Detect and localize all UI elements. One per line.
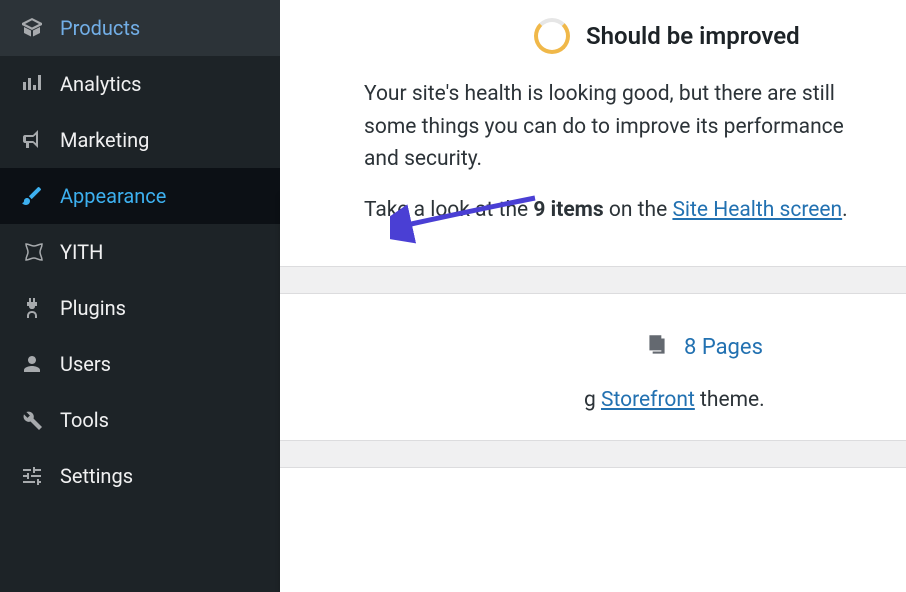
wrench-icon	[18, 406, 46, 434]
panel-divider	[280, 266, 906, 294]
running-theme-line: g Storefront theme.	[304, 388, 882, 412]
brush-icon	[18, 182, 46, 210]
sliders-icon	[18, 462, 46, 490]
sidebar-item-label: YITH	[60, 240, 103, 264]
chart-icon	[18, 70, 46, 98]
sidebar-item-label: Settings	[60, 464, 133, 488]
sidebar-item-label: Appearance	[60, 184, 166, 208]
site-health-description: Your site's health is looking good, but …	[364, 78, 882, 176]
sidebar-item-products[interactable]: Products	[0, 0, 280, 56]
main-content: Should be improved Your site's health is…	[280, 0, 906, 592]
sidebar-item-label: Plugins	[60, 296, 126, 320]
sidebar-item-appearance[interactable]: Appearance	[0, 168, 280, 224]
spinner-icon	[534, 18, 570, 54]
plug-icon	[18, 294, 46, 322]
pages-link[interactable]: 8 Pages	[684, 335, 763, 360]
user-icon	[18, 350, 46, 378]
at-a-glance-pages: 8 Pages	[304, 312, 882, 382]
site-health-status: Should be improved	[586, 22, 800, 50]
sidebar-item-users[interactable]: Users	[0, 336, 280, 392]
sidebar-item-tools[interactable]: Tools	[0, 392, 280, 448]
panel-divider	[280, 440, 906, 468]
sidebar-item-label: Marketing	[60, 128, 149, 152]
pages-icon	[644, 332, 670, 362]
sidebar-item-yith[interactable]: YITH	[0, 224, 280, 280]
sidebar-item-analytics[interactable]: Analytics	[0, 56, 280, 112]
site-health-hint: Take a look at the 9 items on the Site H…	[364, 194, 882, 227]
site-health-header: Should be improved	[364, 18, 882, 54]
sidebar-item-settings[interactable]: Settings	[0, 448, 280, 504]
box-icon	[18, 14, 46, 42]
megaphone-icon	[18, 126, 46, 154]
sidebar-item-label: Tools	[60, 408, 109, 432]
sidebar-item-marketing[interactable]: Marketing	[0, 112, 280, 168]
yith-icon	[18, 238, 46, 266]
sidebar-item-plugins[interactable]: Plugins	[0, 280, 280, 336]
site-health-panel: Should be improved Your site's health is…	[304, 0, 882, 250]
sidebar-item-label: Users	[60, 352, 111, 376]
theme-link[interactable]: Storefront	[601, 388, 695, 412]
sidebar-item-label: Products	[60, 16, 140, 40]
site-health-link[interactable]: Site Health screen	[672, 198, 842, 222]
sidebar-item-label: Analytics	[60, 72, 142, 96]
admin-sidebar: Products Analytics Marketing Appearance …	[0, 0, 280, 592]
